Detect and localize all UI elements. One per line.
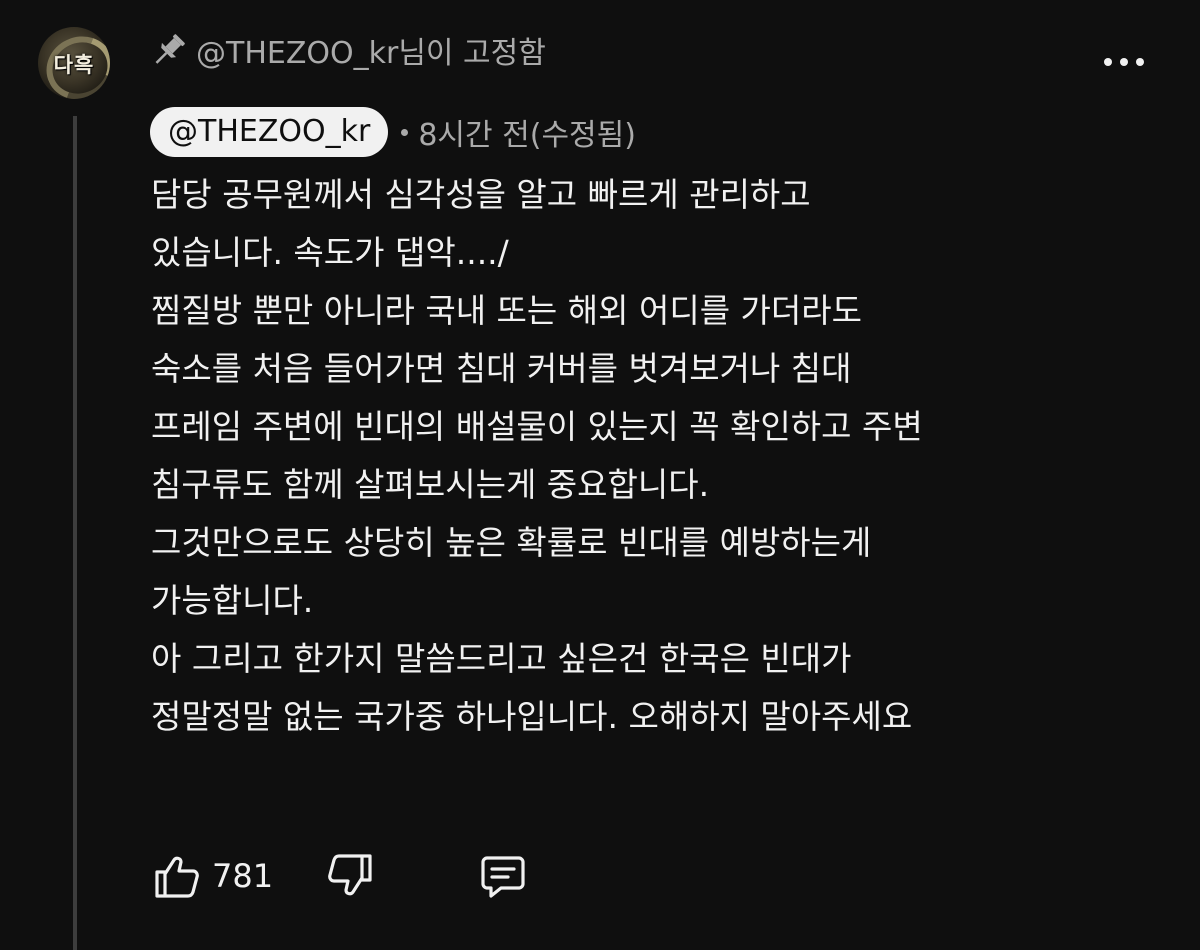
comment-line: 숙소를 처음 들어가면 침대 커버를 벗겨보거나 침대 bbox=[151, 349, 852, 388]
avatar[interactable]: 다흑 bbox=[38, 27, 110, 99]
more-options-button[interactable] bbox=[1104, 52, 1144, 72]
dislike-button[interactable] bbox=[325, 850, 377, 902]
comment-line: 그것만으로도 상당히 높은 확률로 빈대를 예방하는게 bbox=[151, 523, 872, 562]
author-name-chip[interactable]: @THEZOO_kr bbox=[150, 107, 389, 157]
comment-line: 정말정말 없는 국가중 하나입니다. 오해하지 말아주세요 bbox=[151, 697, 913, 736]
comment-line: 있습니다. 속도가 댑악..../ bbox=[151, 233, 509, 272]
comment-header: @THEZOO_kr 8시간 전(수정됨) bbox=[150, 107, 636, 157]
pinned-by-label: @THEZOO_kr님이 고정함 bbox=[196, 36, 546, 71]
more-dot bbox=[1120, 58, 1128, 66]
thread-line bbox=[73, 116, 77, 950]
pinned-indicator: @THEZOO_kr님이 고정함 bbox=[152, 28, 546, 72]
more-dot bbox=[1136, 58, 1144, 66]
comment-line: 아 그리고 한가지 말씀드리고 싶은건 한국은 빈대가 bbox=[151, 639, 852, 678]
comment-line: 가능합니다. bbox=[151, 581, 314, 620]
comment-line: 담당 공무원께서 심각성을 알고 빠르게 관리하고 bbox=[151, 175, 811, 214]
pin-icon bbox=[152, 30, 186, 70]
more-vert-icon bbox=[1104, 58, 1112, 66]
comment-line: 찜질방 뿐만 아니라 국내 또는 해외 어디를 가더라도 bbox=[151, 291, 862, 330]
comment-actions: 781 bbox=[150, 848, 529, 904]
comment-timestamp[interactable]: 8시간 전(수정됨) bbox=[418, 110, 636, 154]
avatar-logo-text: 다흑 bbox=[53, 53, 95, 77]
thumbs-up-icon bbox=[155, 856, 199, 898]
comment-text: 담당 공무원께서 심각성을 알고 빠르게 관리하고 있습니다. 속도가 댑악..… bbox=[151, 166, 1161, 746]
thumbs-down-icon bbox=[328, 854, 372, 896]
like-count: 781 bbox=[212, 857, 274, 895]
comment-line: 침구류도 함께 살펴보시는게 중요합니다. bbox=[151, 465, 710, 504]
comment-icon bbox=[481, 856, 525, 898]
reply-button[interactable] bbox=[477, 850, 529, 902]
comment-line: 프레임 주변에 빈대의 배설물이 있는지 꼭 확인하고 주변 bbox=[151, 407, 923, 446]
separator-dot bbox=[401, 128, 409, 136]
like-button[interactable] bbox=[150, 850, 202, 902]
